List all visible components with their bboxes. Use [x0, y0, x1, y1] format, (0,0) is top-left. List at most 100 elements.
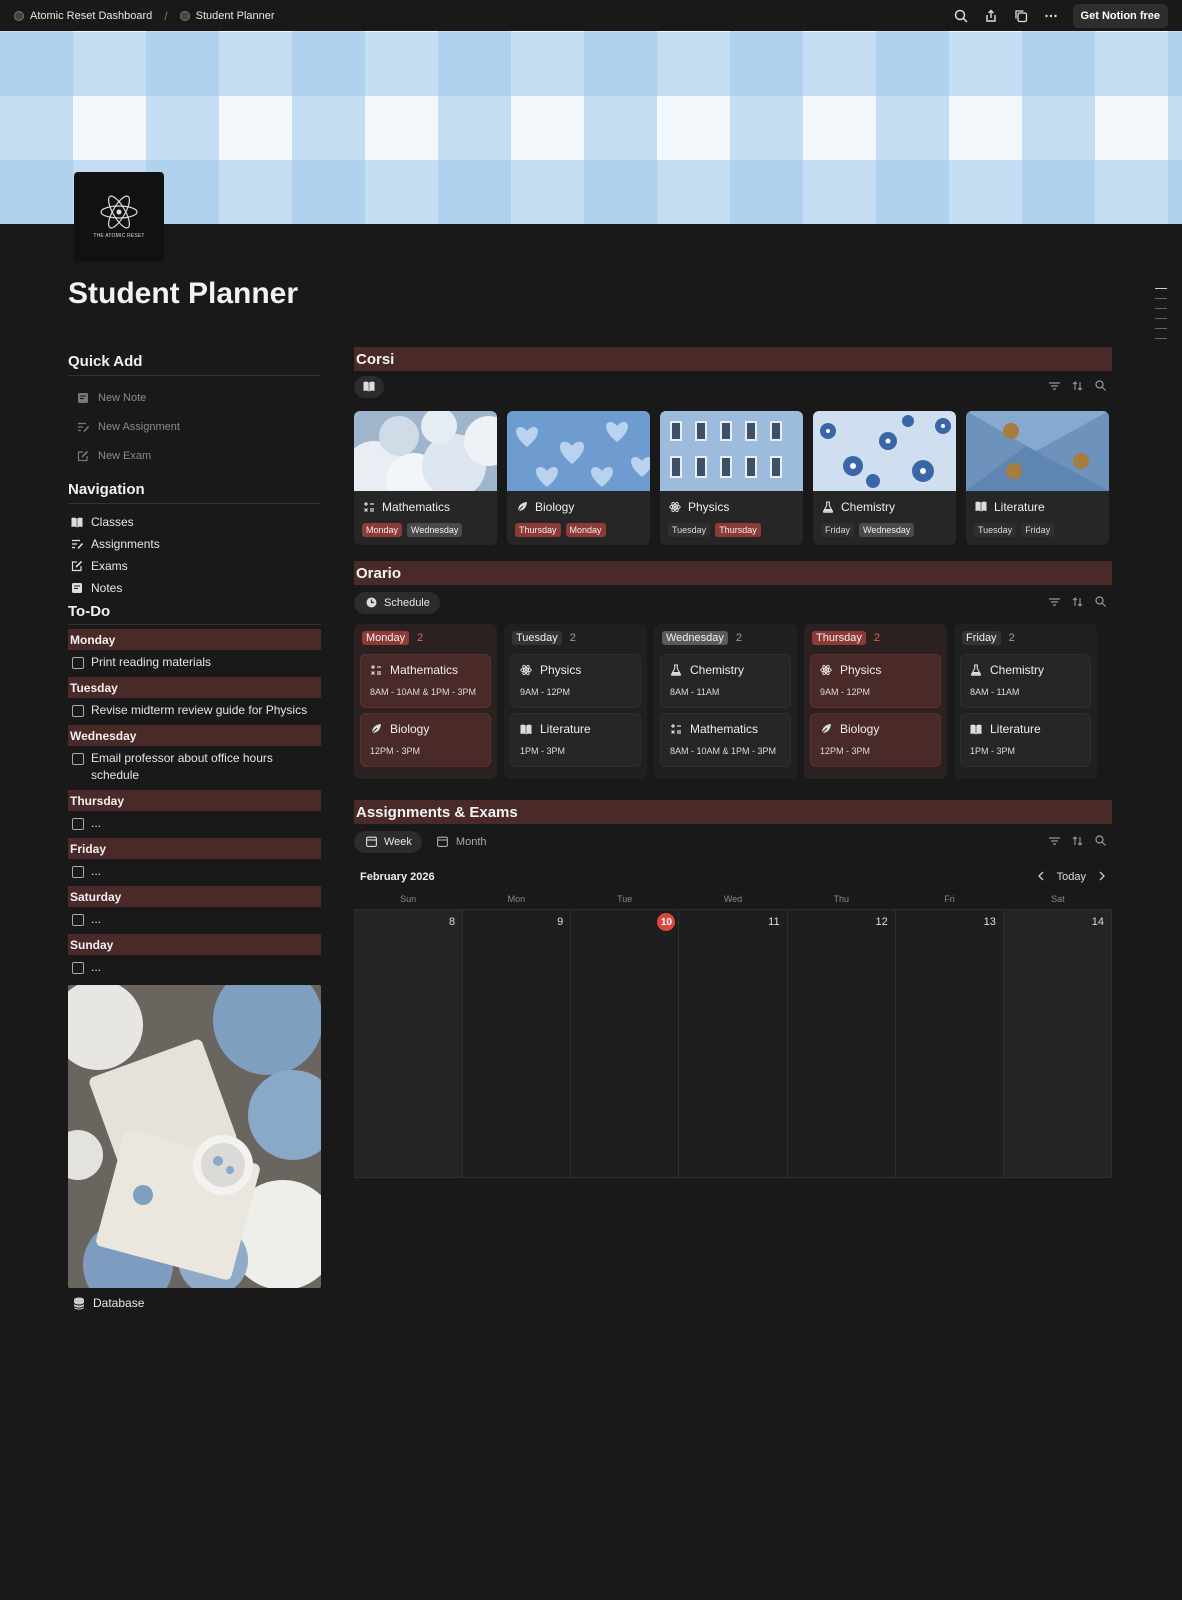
todo-item[interactable]: Email professor about office hours sched…: [68, 746, 321, 787]
pencil-square-icon: [76, 449, 90, 463]
atom-logo-icon: [100, 195, 138, 229]
gallery-view-tab[interactable]: [354, 375, 384, 398]
todo-day-sunday: Sunday: [68, 934, 321, 955]
nav-item-notes[interactable]: Notes: [68, 577, 321, 599]
todo-item[interactable]: Revise midterm review guide for Physics: [68, 698, 321, 722]
course-card-physics[interactable]: Physics Tuesday Thursday: [660, 411, 803, 545]
checkbox[interactable]: [72, 705, 84, 717]
breadcrumb-current[interactable]: Student Planner: [196, 10, 275, 22]
calendar-day-cell[interactable]: 12: [787, 910, 896, 1177]
filter-icon[interactable]: [1049, 379, 1060, 394]
schedule-card[interactable]: Literature 1PM - 3PM: [960, 713, 1091, 767]
column-day-label[interactable]: Thursday: [812, 631, 866, 645]
atom-icon: [668, 500, 682, 514]
search-icon[interactable]: [953, 8, 969, 24]
calendar-day-cell[interactable]: 8: [355, 910, 464, 1177]
checkbox[interactable]: [72, 914, 84, 926]
nav-item-classes[interactable]: Classes: [68, 511, 321, 533]
calendar-icon: [436, 835, 450, 849]
todo-item[interactable]: ...: [68, 907, 321, 931]
todo-item[interactable]: ...: [68, 859, 321, 883]
schedule-card[interactable]: Mathematics 8AM - 10AM & 1PM - 3PM: [360, 654, 491, 708]
share-icon[interactable]: [983, 8, 999, 24]
course-name: Literature: [994, 499, 1045, 514]
quick-add-label: New Exam: [98, 449, 152, 462]
schedule-card-name: Biology: [390, 722, 430, 736]
quick-add-list: New Note New Assignment New Exam: [68, 383, 321, 470]
tab-week[interactable]: Week: [354, 830, 422, 853]
calendar-day-cell[interactable]: 11: [679, 910, 788, 1177]
schedule-card[interactable]: Chemistry 8AM - 11AM: [960, 654, 1091, 708]
calendar-day-cell[interactable]: 13: [895, 910, 1004, 1177]
course-card-mathematics[interactable]: Mathematics Monday Wednesday: [354, 411, 497, 545]
quick-add-heading: Quick Add: [68, 348, 321, 376]
quick-add-item[interactable]: New Exam: [68, 441, 321, 470]
weekday-label: Thu: [833, 894, 850, 904]
column-day-label[interactable]: Monday: [362, 631, 410, 645]
filter-icon[interactable]: [1049, 834, 1060, 849]
course-card-literature[interactable]: Literature Tuesday Friday: [966, 411, 1109, 545]
checkbox[interactable]: [72, 962, 84, 974]
atom-icon: [519, 663, 533, 677]
corsi-heading: Corsi: [354, 347, 1112, 371]
column-day-label[interactable]: Tuesday: [512, 631, 562, 645]
page-icon[interactable]: THE ATOMIC RESET: [74, 172, 164, 262]
schedule-card-time: 8AM - 11AM: [670, 687, 720, 697]
todo-item[interactable]: ...: [68, 955, 321, 979]
course-cover-image: [813, 411, 956, 491]
calendar-day-cell[interactable]: 14: [1003, 910, 1111, 1177]
todo-item[interactable]: ...: [68, 811, 321, 835]
schedule-column-tuesday: Tuesday 2 Physics 9AM - 12PM Literature …: [504, 624, 647, 779]
schedule-card[interactable]: Physics 9AM - 12PM: [810, 654, 941, 708]
search-icon[interactable]: [1095, 595, 1106, 610]
sort-icon[interactable]: [1072, 834, 1083, 849]
quick-add-item[interactable]: New Assignment: [68, 412, 321, 441]
calendar-day-cell[interactable]: 9: [463, 910, 572, 1177]
database-icon: [72, 1296, 86, 1310]
nav-label: Classes: [91, 515, 134, 529]
breadcrumb-parent[interactable]: Atomic Reset Dashboard: [30, 10, 152, 22]
todo-item[interactable]: Print reading materials: [68, 650, 321, 674]
chevron-left-icon[interactable]: [1037, 871, 1045, 884]
course-name: Biology: [535, 499, 575, 514]
checkbox[interactable]: [72, 753, 84, 765]
calendar-day-cell[interactable]: 10: [571, 910, 680, 1177]
chevron-right-icon[interactable]: [1098, 871, 1106, 884]
duplicate-icon[interactable]: [1013, 8, 1029, 24]
table-of-contents-indicator[interactable]: [1155, 288, 1167, 348]
schedule-card[interactable]: Biology 12PM - 3PM: [360, 713, 491, 767]
filter-icon[interactable]: [1049, 595, 1060, 610]
course-card-chemistry[interactable]: Chemistry Friday Wednesday: [813, 411, 956, 545]
todo-text: Email professor about office hours sched…: [91, 751, 273, 782]
more-icon[interactable]: [1043, 8, 1059, 24]
search-icon[interactable]: [1095, 834, 1106, 849]
schedule-card[interactable]: Mathematics 8AM - 10AM & 1PM - 3PM: [660, 713, 791, 767]
column-day-label[interactable]: Wednesday: [662, 631, 728, 645]
navigation-list: Classes Assignments Exams Notes: [68, 511, 321, 599]
course-gallery: Mathematics Monday Wednesday Biology Thur…: [354, 411, 1112, 545]
nav-item-assignments[interactable]: Assignments: [68, 533, 321, 555]
math-operations-icon: [369, 663, 383, 677]
page-title: Student Planner: [68, 277, 299, 310]
nav-item-exams[interactable]: Exams: [68, 555, 321, 577]
checkbox[interactable]: [72, 866, 84, 878]
today-button[interactable]: Today: [1057, 871, 1086, 883]
search-icon[interactable]: [1095, 379, 1106, 394]
course-card-biology[interactable]: Biology Thursday Monday: [507, 411, 650, 545]
get-notion-free-button[interactable]: Get Notion free: [1072, 3, 1168, 28]
quick-add-item[interactable]: New Note: [68, 383, 321, 412]
schedule-card[interactable]: Literature 1PM - 3PM: [510, 713, 641, 767]
column-day-label[interactable]: Friday: [962, 631, 1001, 645]
schedule-card[interactable]: Chemistry 8AM - 11AM: [660, 654, 791, 708]
schedule-view-tab[interactable]: Schedule: [354, 591, 440, 614]
tab-month[interactable]: Month: [426, 831, 497, 853]
schedule-card[interactable]: Biology 12PM - 3PM: [810, 713, 941, 767]
checkbox[interactable]: [72, 657, 84, 669]
cover-image[interactable]: [0, 31, 1182, 224]
checkbox[interactable]: [72, 818, 84, 830]
schedule-card[interactable]: Physics 9AM - 12PM: [510, 654, 641, 708]
sort-icon[interactable]: [1072, 379, 1083, 394]
sort-icon[interactable]: [1072, 595, 1083, 610]
database-link[interactable]: Database: [68, 1290, 321, 1316]
weekday-label: Sun: [400, 894, 417, 904]
